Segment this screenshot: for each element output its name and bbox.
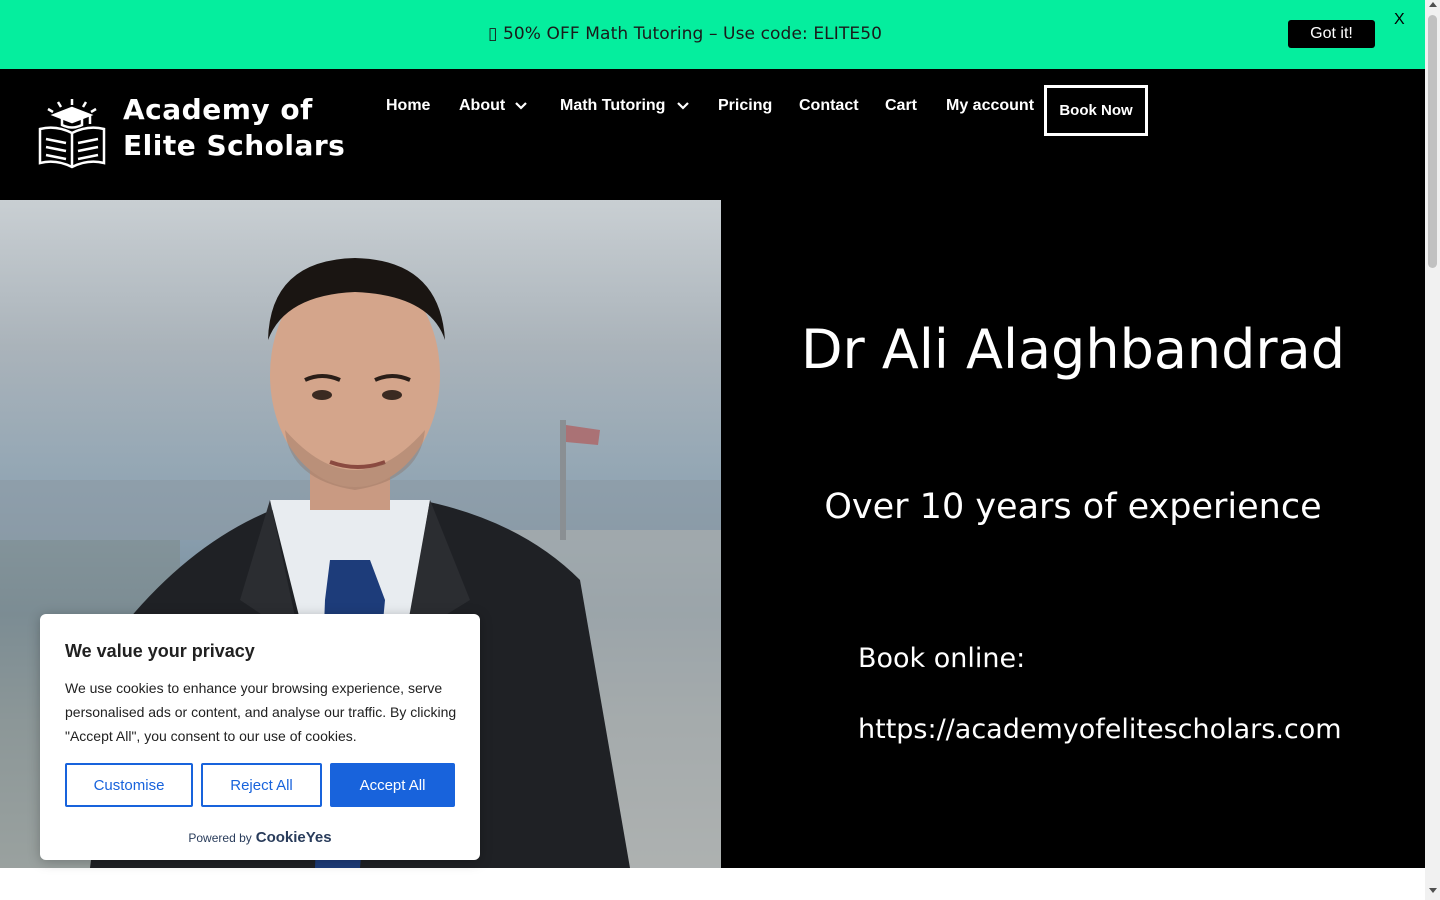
experience-text: Over 10 years of experience [824, 487, 1322, 527]
promo-text: ▯ 50% OFF Math Tutoring – Use code: ELIT… [488, 24, 883, 44]
nav-math-tutoring[interactable]: Math Tutoring [560, 97, 690, 115]
cookie-description: We use cookies to enhance your browsing … [65, 680, 457, 744]
scrollbar-thumb[interactable] [1428, 15, 1437, 268]
book-graduation-cap-icon[interactable] [36, 97, 108, 171]
logo-line-1: Academy of [123, 93, 313, 126]
nav-about[interactable]: About [459, 97, 527, 115]
customise-button[interactable]: Customise [65, 763, 193, 807]
nav-pricing[interactable]: Pricing [718, 97, 772, 115]
powered-by: Powered by CookieYes [40, 829, 480, 846]
nav-contact[interactable]: Contact [799, 97, 859, 115]
accept-all-button[interactable]: Accept All [330, 763, 455, 807]
book-now-button[interactable]: Book Now [1044, 85, 1148, 136]
site-logo-text[interactable]: Academy of Elite Scholars [123, 92, 345, 164]
chevron-down-icon [515, 102, 527, 110]
site-header: Academy of Elite Scholars Home About Mat… [0, 69, 1425, 200]
promo-bar: ▯ 50% OFF Math Tutoring – Use code: ELIT… [0, 0, 1425, 69]
cookie-consent-dialog: We value your privacy We use cookies to … [40, 614, 480, 860]
powered-by-label: Powered by [188, 831, 252, 845]
logo-line-2: Elite Scholars [123, 129, 346, 162]
chevron-down-icon [677, 102, 690, 110]
cookie-title: We value your privacy [65, 641, 255, 661]
tutor-name: Dr Ali Alaghbandrad [800, 318, 1346, 381]
book-online-label: Book online: [858, 643, 1026, 674]
nav-cart[interactable]: Cart [885, 97, 917, 115]
booking-url[interactable]: https://academyofelitescholars.com [858, 714, 1342, 745]
hero-info-panel: Dr Ali Alaghbandrad Over 10 years of exp… [721, 200, 1425, 868]
reject-all-button[interactable]: Reject All [201, 763, 322, 807]
scroll-down-arrow-icon[interactable] [1429, 888, 1437, 893]
scroll-up-arrow-icon[interactable] [1429, 2, 1437, 7]
nav-my-account[interactable]: My account [946, 97, 1034, 115]
got-it-button[interactable]: Got it! [1288, 20, 1375, 48]
promo-close-button[interactable]: X [1394, 11, 1405, 29]
cookieyes-logo[interactable]: CookieYes [256, 829, 332, 846]
nav-home[interactable]: Home [386, 97, 430, 115]
